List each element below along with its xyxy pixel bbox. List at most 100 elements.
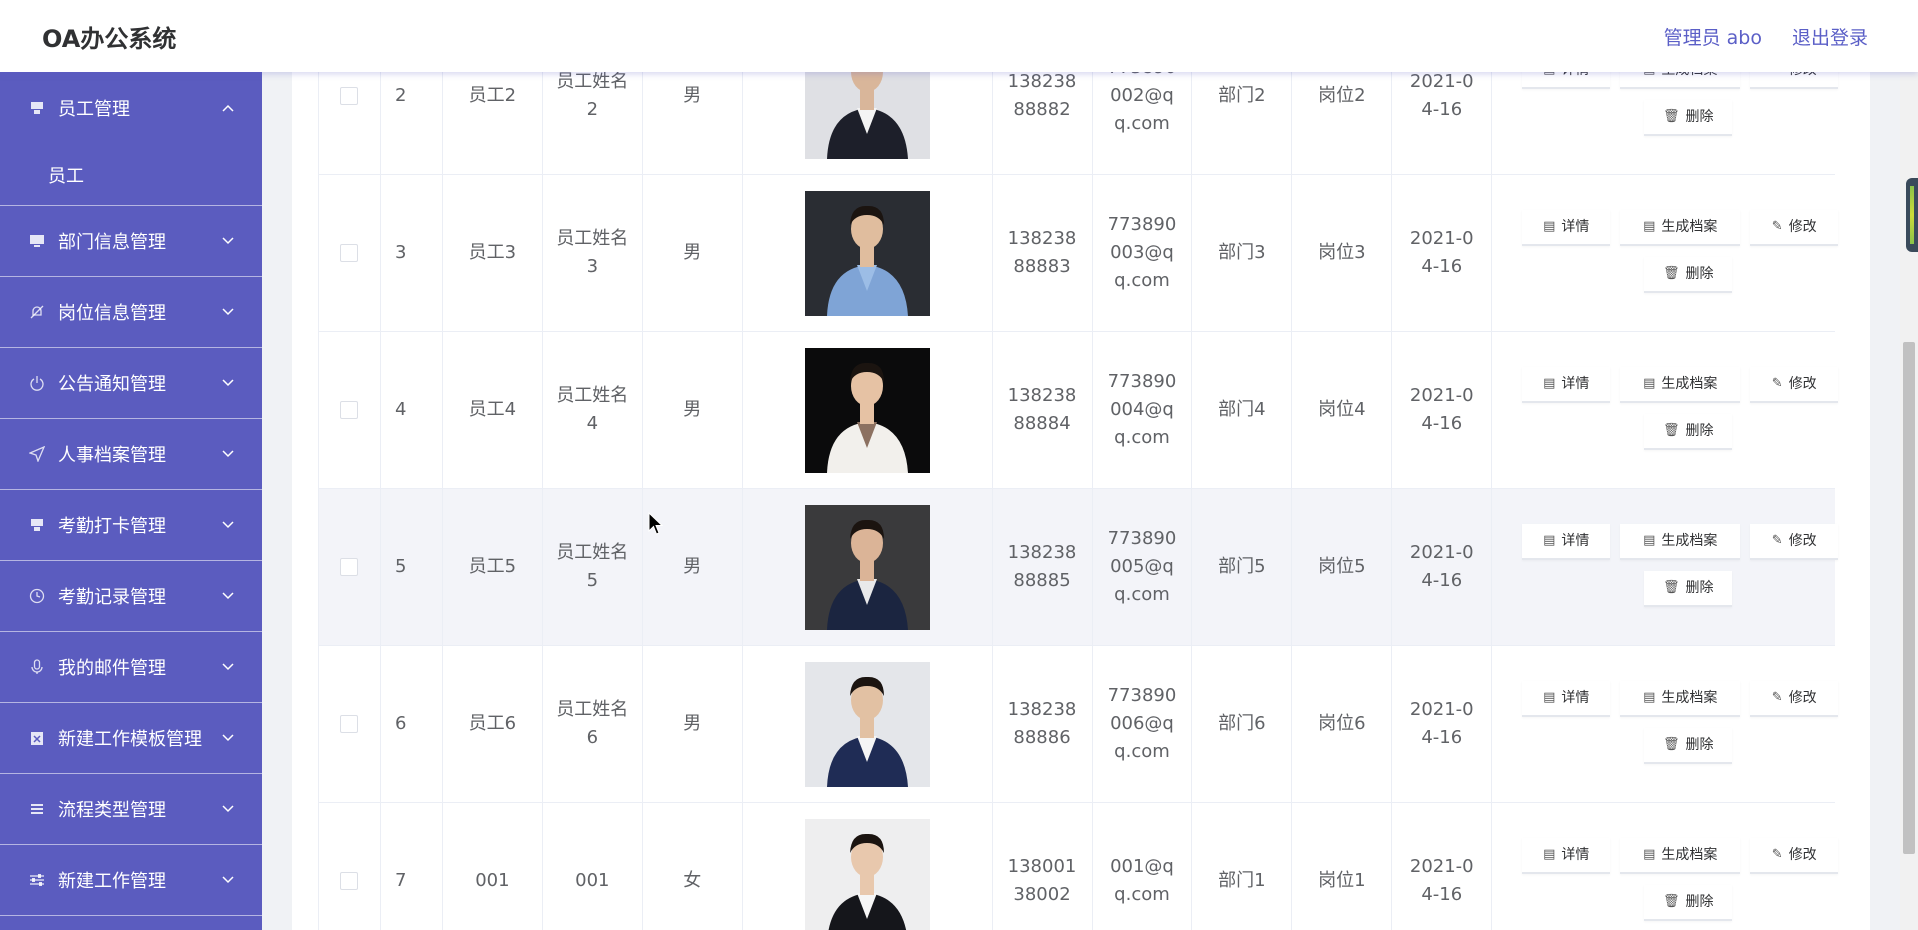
index-cell: 3 (381, 175, 443, 331)
trash-icon: 🗑 (1662, 266, 1680, 281)
detail-button[interactable]: ▤ 详情 (1522, 210, 1611, 246)
row-checkbox[interactable] (340, 87, 359, 105)
sidebar-item-new-work[interactable]: 新建工作管理 (0, 845, 262, 916)
phone-cell: 13823888882 (993, 72, 1093, 174)
sliders-icon (28, 871, 46, 889)
employee-photo[interactable] (804, 190, 930, 316)
sidebar-item-notice[interactable]: 公告通知管理 (0, 348, 262, 419)
edit-button[interactable]: ✎ 修改 (1750, 210, 1839, 246)
sidebar-item-label: 新建工作管理 (58, 871, 166, 892)
edit-button[interactable]: ✎ 修改 (1750, 681, 1839, 717)
detail-button[interactable]: ▤ 详情 (1522, 681, 1611, 717)
document-icon: ▤ (1643, 376, 1656, 391)
list-icon (28, 800, 46, 818)
admin-user-link[interactable]: 管理员 abo (1664, 23, 1762, 50)
detail-button[interactable]: ▤ 详情 (1522, 72, 1611, 89)
email-cell: 773890005@qq.com (1093, 489, 1193, 645)
generate-archive-button[interactable]: ▤ 生成档案 (1620, 367, 1741, 403)
side-floating-widget[interactable] (1906, 178, 1918, 252)
sidebar-subitem-employee[interactable]: 员工 (0, 144, 262, 206)
row-checkbox[interactable] (340, 558, 359, 576)
delete-button[interactable]: 🗑 删除 (1644, 571, 1733, 607)
row-checkbox-cell (319, 175, 381, 331)
send-icon (28, 445, 46, 463)
employee-photo[interactable] (804, 72, 930, 159)
detail-label: 详情 (1561, 376, 1590, 392)
name-cell: 001 (543, 803, 643, 930)
document-icon: ▤ (1543, 376, 1556, 391)
edit-pen-icon: ✎ (1772, 72, 1783, 84)
delete-button[interactable]: 🗑 删除 (1644, 414, 1733, 450)
generate-archive-button[interactable]: ▤ 生成档案 (1620, 681, 1741, 717)
photo-cell (743, 72, 993, 174)
edit-label: 修改 (1788, 219, 1817, 235)
chevron-up-icon (222, 100, 234, 116)
account-cell: 001 (443, 803, 543, 930)
document-icon: ▤ (1543, 219, 1556, 234)
edit-button[interactable]: ✎ 修改 (1750, 838, 1839, 874)
employee-photo[interactable] (804, 661, 930, 787)
table-row: 3 员工3 员工姓名3 男 13823888883 773890003@qq.c… (319, 175, 1839, 332)
generate-archive-button[interactable]: ▤ 生成档案 (1620, 524, 1741, 560)
document-icon: ▤ (1643, 533, 1656, 548)
generate-archive-button[interactable]: ▤ 生成档案 (1620, 210, 1741, 246)
employee-photo[interactable] (804, 347, 930, 473)
delete-button[interactable]: 🗑 删除 (1644, 885, 1733, 921)
phone-cell: 13800138002 (993, 803, 1093, 930)
sidebar-item-employee-management[interactable]: 员工管理 (0, 72, 262, 144)
actions-cell: ▤ 详情 ▤ 生成档案 ✎ 修改 🗑 删除 (1492, 332, 1839, 488)
sidebar-item-post[interactable]: 岗位信息管理 (0, 277, 262, 348)
employee-photo[interactable] (804, 504, 930, 630)
scrollbar-thumb[interactable] (1903, 342, 1915, 854)
clock-icon (28, 587, 46, 605)
sidebar-item-personnel[interactable]: 人事档案管理 (0, 419, 262, 490)
department-cell: 部门5 (1192, 489, 1293, 645)
sidebar-item-label: 公告通知管理 (58, 374, 166, 395)
sidebar-item-attendance[interactable]: 考勤记录管理 (0, 561, 262, 632)
date-cell: 2021-04-16 (1392, 72, 1493, 174)
sidebar-item-label: 我的邮件管理 (58, 658, 166, 679)
row-checkbox[interactable] (340, 715, 359, 733)
delete-button[interactable]: 🗑 删除 (1644, 100, 1733, 136)
chevron-down-icon (222, 659, 234, 675)
sidebar-item-clock-in[interactable]: 考勤打卡管理 (0, 490, 262, 561)
gender-cell: 男 (643, 175, 743, 331)
sidebar-item-label: 新建工作模板管理 (58, 729, 202, 750)
generate-archive-button[interactable]: ▤ 生成档案 (1620, 72, 1741, 89)
sidebar-item-process-type[interactable]: 流程类型管理 (0, 774, 262, 845)
name-cell: 员工姓名5 (543, 489, 643, 645)
account-cell: 员工6 (443, 646, 543, 802)
generate-archive-button[interactable]: ▤ 生成档案 (1620, 838, 1741, 874)
row-checkbox[interactable] (340, 872, 359, 890)
logout-link[interactable]: 退出登录 (1792, 23, 1868, 50)
archive-label: 生成档案 (1661, 72, 1717, 84)
detail-button[interactable]: ▤ 详情 (1522, 367, 1611, 403)
sidebar-item-work-template[interactable]: 新建工作模板管理 (0, 703, 262, 774)
detail-button[interactable]: ▤ 详情 (1522, 524, 1611, 560)
edit-button[interactable]: ✎ 修改 (1750, 524, 1839, 560)
edit-pen-icon: ✎ (1771, 219, 1783, 234)
photo-cell (743, 175, 993, 331)
email-cell: 773890004@qq.com (1093, 332, 1193, 488)
sidebar-item-department[interactable]: 部门信息管理 (0, 206, 262, 277)
employee-photo[interactable] (804, 818, 930, 930)
document-icon: ▤ (1643, 847, 1656, 862)
row-checkbox[interactable] (340, 401, 359, 419)
edit-button[interactable]: ✎ 修改 (1750, 72, 1839, 89)
email-cell: 773890006@qq.com (1093, 646, 1193, 802)
date-cell: 2021-04-16 (1392, 332, 1493, 488)
date-cell: 2021-04-16 (1392, 175, 1493, 331)
row-checkbox[interactable] (340, 244, 359, 262)
index-cell: 2 (381, 72, 443, 174)
delete-button[interactable]: 🗑 删除 (1644, 728, 1733, 764)
post-cell: 岗位1 (1292, 803, 1393, 930)
detail-button[interactable]: ▤ 详情 (1522, 838, 1611, 874)
row-checkbox-cell (319, 72, 381, 174)
chevron-down-icon (222, 588, 234, 604)
photo-cell (743, 332, 993, 488)
name-cell: 员工姓名4 (543, 332, 643, 488)
edit-button[interactable]: ✎ 修改 (1750, 367, 1839, 403)
edit-label: 修改 (1788, 690, 1817, 706)
delete-button[interactable]: 🗑 删除 (1644, 257, 1733, 293)
sidebar-item-mail[interactable]: 我的邮件管理 (0, 632, 262, 703)
